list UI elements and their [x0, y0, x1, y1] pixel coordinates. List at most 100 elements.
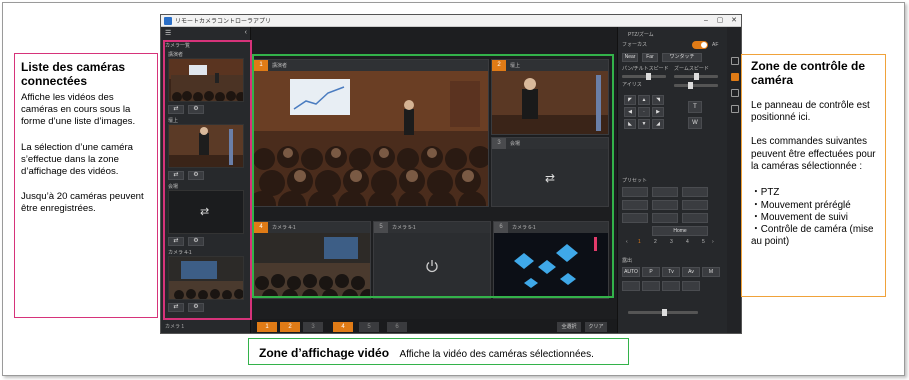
layout-button-4[interactable]: 4 [333, 322, 353, 332]
callout-text: Les commandes suivantes peuvent être eff… [751, 136, 876, 172]
preset-tool-icon[interactable] [731, 73, 739, 81]
maximize-icon[interactable]: ▢ [713, 15, 727, 26]
af-toggle[interactable] [692, 41, 708, 49]
far-button[interactable]: Far [642, 53, 658, 62]
settings-gear-icon[interactable]: ⚙ [188, 171, 204, 180]
preset-slot[interactable] [622, 200, 648, 210]
ptz-up-left-button[interactable]: ◤ [624, 95, 636, 105]
exposure-option-button[interactable] [662, 281, 680, 291]
preset-slot[interactable] [652, 200, 678, 210]
ptz-center-button[interactable]: · [638, 107, 650, 117]
minimize-icon[interactable]: – [699, 15, 713, 26]
tile-number: 4 [254, 222, 268, 233]
exposure-m-button[interactable]: M [702, 267, 720, 277]
camera-thumbnail[interactable] [168, 124, 244, 168]
camera-list-item[interactable]: 会場 ⇄ ⇄ ⚙ [168, 183, 244, 246]
ptz-tool-icon[interactable] [731, 57, 739, 65]
callout-text: Le panneau de contrôle est positionné ic… [751, 99, 870, 124]
camera-thumbnail[interactable] [168, 58, 244, 102]
close-icon[interactable]: ✕ [727, 15, 741, 26]
zoom-speed-slider[interactable] [674, 73, 718, 80]
clear-button[interactable]: クリア [585, 322, 607, 332]
swap-button[interactable]: ⇄ [168, 237, 184, 246]
preset-slot[interactable] [622, 213, 648, 223]
exposure-tv-button[interactable]: Tv [662, 267, 680, 277]
preset-page-4[interactable]: 4 [686, 239, 689, 245]
preset-slot[interactable] [682, 213, 708, 223]
layout-button-1[interactable]: 1 [257, 322, 277, 332]
video-tile-3[interactable]: 3 会場 ⇄ [491, 137, 609, 207]
zoom-tele-button[interactable]: T [688, 101, 702, 113]
settings-gear-icon[interactable]: ⚙ [188, 237, 204, 246]
callout-text: La sélection d’une caméra s’effectue dan… [21, 141, 133, 178]
camera-thumbnail[interactable] [168, 256, 244, 300]
ptz-down-right-button[interactable]: ◢ [652, 119, 664, 129]
preset-page-row: ‹ 1 2 3 4 5 › [622, 239, 718, 247]
callout-title: Liste des caméras connectées [21, 60, 126, 88]
preset-slot[interactable] [652, 187, 678, 197]
tracking-tool-icon[interactable] [731, 89, 739, 97]
preset-next-icon[interactable]: › [712, 239, 714, 245]
camera-thumbnail[interactable]: ⇄ [168, 190, 244, 234]
exposure-p-button[interactable]: P [642, 267, 660, 277]
preset-page-3[interactable]: 3 [670, 239, 673, 245]
ptz-up-button[interactable]: ▲ [638, 95, 650, 105]
list-item: ・Mouvement de suivi [751, 211, 848, 223]
video-tile-1[interactable]: 1 講演者 [253, 59, 489, 207]
swap-arrows-icon[interactable]: ⇄ [545, 171, 555, 185]
collapse-icon[interactable]: ‹ [245, 29, 247, 36]
preset-slot[interactable] [652, 213, 678, 223]
event-screen-video [494, 233, 608, 298]
video-tile-4[interactable]: 4 カメラ 4-1 [253, 221, 371, 299]
camera-list-item[interactable]: 壇上 ⇄ ⚙ [168, 117, 244, 180]
hamburger-menu-icon[interactable]: ☰ [165, 29, 171, 37]
near-button[interactable]: Near [622, 53, 638, 62]
layout-button-2[interactable]: 2 [280, 322, 300, 332]
preset-prev-icon[interactable]: ‹ [626, 239, 628, 245]
exposure-slider[interactable] [628, 309, 698, 316]
exposure-av-button[interactable]: Av [682, 267, 700, 277]
preset-slot[interactable] [682, 200, 708, 210]
layout-button-3[interactable]: 3 [303, 322, 323, 332]
power-icon[interactable] [425, 259, 439, 273]
ptz-down-left-button[interactable]: ◣ [624, 119, 636, 129]
exposure-auto-button[interactable]: AUTO [622, 267, 640, 277]
camera-control-tool-icon[interactable] [731, 105, 739, 113]
pan-tilt-speed-slider[interactable] [622, 73, 666, 80]
video-tile-5[interactable]: 5 カメラ 5-1 [373, 221, 491, 299]
camera-control-panel: PTZ/ズーム フォーカス AF Near Far ワンタッチ パン/チルトスピ… [617, 27, 727, 333]
exposure-option-button[interactable] [682, 281, 700, 291]
tile-number: 3 [492, 138, 506, 149]
preset-slot[interactable] [622, 187, 648, 197]
exposure-option-button[interactable] [642, 281, 660, 291]
preset-page-5[interactable]: 5 [702, 239, 705, 245]
layout-bar: 1 2 3 4 5 6 全選択 クリア [253, 319, 617, 333]
ptz-down-button[interactable]: ▼ [638, 119, 650, 129]
camera-list-item[interactable]: 講演者 ⇄ ⚙ [168, 51, 244, 114]
tile-number: 6 [494, 222, 508, 233]
exposure-option-button[interactable] [622, 281, 640, 291]
preset-page-2[interactable]: 2 [654, 239, 657, 245]
preset-slot[interactable] [682, 187, 708, 197]
one-touch-af-button[interactable]: ワンタッチ [662, 53, 702, 62]
tile-camera-name: カメラ 6-1 [512, 225, 536, 231]
preset-page-1[interactable]: 1 [638, 239, 641, 245]
ptz-left-button[interactable]: ◀ [624, 107, 636, 117]
settings-gear-icon[interactable]: ⚙ [188, 105, 204, 114]
swap-button[interactable]: ⇄ [168, 171, 184, 180]
settings-gear-icon[interactable]: ⚙ [188, 303, 204, 312]
layout-button-5[interactable]: 5 [359, 322, 379, 332]
app-icon [164, 17, 172, 25]
ptz-right-button[interactable]: ▶ [652, 107, 664, 117]
iris-slider[interactable] [674, 82, 718, 89]
video-tile-6[interactable]: 6 カメラ 6-1 [493, 221, 609, 299]
zoom-wide-button[interactable]: W [688, 117, 702, 129]
camera-list-item[interactable]: カメラ 4-1 ⇄ ⚙ [168, 249, 244, 312]
swap-button[interactable]: ⇄ [168, 303, 184, 312]
home-button[interactable]: Home [652, 226, 708, 236]
video-tile-2[interactable]: 2 壇上 [491, 59, 609, 135]
swap-button[interactable]: ⇄ [168, 105, 184, 114]
ptz-up-right-button[interactable]: ◥ [652, 95, 664, 105]
layout-button-6[interactable]: 6 [387, 322, 407, 332]
select-all-button[interactable]: 全選択 [557, 322, 581, 332]
